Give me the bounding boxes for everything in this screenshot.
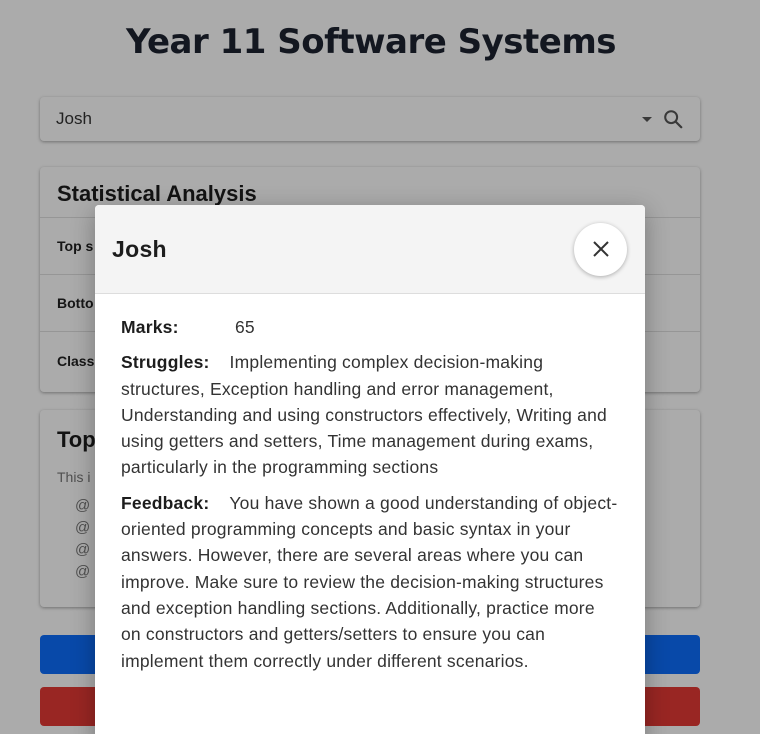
feedback-value: You have shown a good understanding of o… <box>121 492 618 671</box>
marks-value: 65 <box>235 317 255 337</box>
dialog-title: Josh <box>112 235 167 262</box>
student-detail-dialog: Josh Marks: 65 Struggles: Implementing com… <box>95 205 645 734</box>
feedback-field: Feedback: You have shown a good understan… <box>121 490 619 674</box>
struggles-label: Struggles: <box>121 352 210 373</box>
marks-field: Marks: 65 <box>121 314 619 340</box>
close-icon[interactable] <box>592 240 610 258</box>
marks-label: Marks: <box>121 317 179 337</box>
dialog-body: Marks: 65 Struggles: Implementing complex … <box>95 294 645 674</box>
struggles-field: Struggles: Implementing complex decision-… <box>121 349 619 480</box>
feedback-label: Feedback: <box>121 492 210 513</box>
dialog-header: Josh <box>95 205 645 294</box>
close-button[interactable] <box>574 222 627 276</box>
